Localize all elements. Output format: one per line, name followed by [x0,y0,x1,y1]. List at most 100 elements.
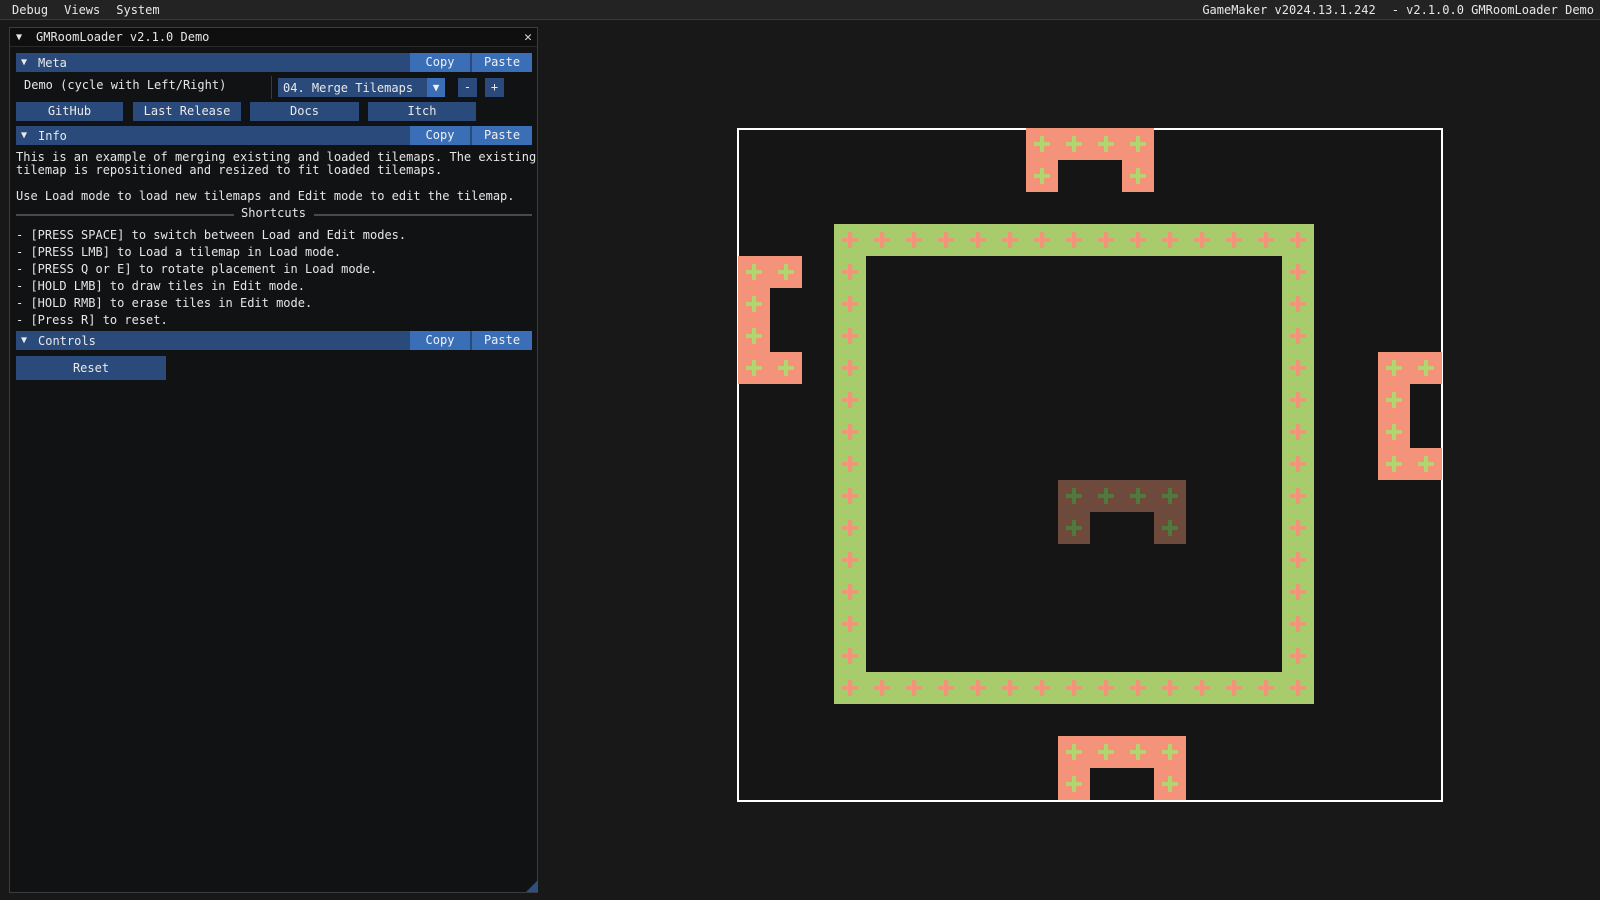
collapse-info-icon[interactable]: ▼ [16,130,32,141]
green-tile [1282,256,1314,288]
green-tile [1218,672,1250,704]
collapse-controls-icon[interactable]: ▼ [16,335,32,346]
section-header-controls[interactable]: ▼ Controls Copy Paste [16,331,532,350]
chevron-down-icon[interactable]: ▼ [427,78,445,97]
info-paste-button[interactable]: Paste [472,126,532,145]
green-tile [1186,672,1218,704]
section-header-meta[interactable]: ▼ Meta Copy Paste [16,53,532,72]
itch-button[interactable]: Itch [368,102,476,121]
meta-copy-button[interactable]: Copy [410,53,470,72]
green-tile [962,672,994,704]
plus-icon [1258,680,1274,696]
plus-icon [1066,680,1082,696]
menu-system[interactable]: System [108,0,167,20]
green-tile [930,224,962,256]
controls-copy-button[interactable]: Copy [410,331,470,350]
demo-label: Demo (cycle with Left/Right) [24,78,227,92]
plus-icon [1226,680,1242,696]
green-tile [1282,320,1314,352]
green-tile [834,320,866,352]
green-tile [1154,224,1186,256]
green-tile [930,672,962,704]
window-title-bar[interactable]: ▼ GMRoomLoader v2.1.0 Demo ✕ [10,28,537,47]
controls-paste-button[interactable]: Paste [472,331,532,350]
window-resize-grip[interactable] [526,880,538,892]
plus-icon [1130,744,1146,760]
plus-icon [842,648,858,664]
plus-icon [842,584,858,600]
close-icon[interactable]: ✕ [519,30,537,45]
salmon-tile [1026,160,1058,192]
plus-icon [1002,680,1018,696]
salmon-tile [1122,160,1154,192]
demo-select-value: 04. Merge Tilemaps [283,80,414,95]
game-room-view[interactable] [737,128,1443,802]
plus-icon [938,232,954,248]
plus-icon [1226,232,1242,248]
salmon-tile [738,320,770,352]
menu-views[interactable]: Views [56,0,108,20]
reset-button[interactable]: Reset [16,356,166,380]
salmon-tile [1090,736,1122,768]
gamemaker-version-label: GameMaker v2024.13.1.242 [1202,2,1376,17]
placement-preview-tile [1154,512,1186,544]
plus-icon [1130,168,1146,184]
section-header-info[interactable]: ▼ Info Copy Paste [16,126,532,145]
plus-icon [1290,616,1306,632]
green-tile [834,352,866,384]
plus-icon [1098,136,1114,152]
plus-icon [1290,264,1306,280]
green-tile [834,672,866,704]
salmon-tile [1410,352,1442,384]
green-tile [1026,672,1058,704]
plus-icon [938,680,954,696]
plus-icon [1066,776,1082,792]
plus-icon [842,520,858,536]
green-tile [834,608,866,640]
info-copy-button[interactable]: Copy [410,126,470,145]
plus-icon [874,680,890,696]
plus-icon [1066,136,1082,152]
last-release-button[interactable]: Last Release [133,102,241,121]
plus-icon [842,488,858,504]
demo-prev-button[interactable]: - [458,78,477,97]
plus-icon [1290,360,1306,376]
green-tile [834,256,866,288]
plus-icon [842,456,858,472]
green-tile [994,672,1026,704]
plus-icon [842,232,858,248]
green-tile [1282,544,1314,576]
plus-icon [970,232,986,248]
green-tile [1058,224,1090,256]
green-tile [1026,224,1058,256]
menu-debug[interactable]: Debug [4,0,56,20]
menu-left-group: Debug Views System [0,0,168,20]
plus-icon [1290,232,1306,248]
plus-icon [1002,232,1018,248]
demo-next-button[interactable]: + [485,78,504,97]
collapse-meta-icon[interactable]: ▼ [16,57,32,68]
plus-icon [1130,680,1146,696]
green-tile [1282,288,1314,320]
plus-icon [1066,488,1082,504]
green-tile [898,672,930,704]
plus-icon [1066,232,1082,248]
collapse-window-icon[interactable]: ▼ [16,32,30,43]
meta-paste-button[interactable]: Paste [472,53,532,72]
shortcut-item: - [HOLD RMB] to erase tiles in Edit mode… [16,296,313,310]
info-text-line-2: tilemap is repositioned and resized to f… [16,163,443,177]
shortcuts-title: Shortcuts [241,206,307,220]
salmon-tile [1058,768,1090,800]
green-tile [834,640,866,672]
docs-button[interactable]: Docs [250,102,359,121]
demo-select[interactable]: 04. Merge Tilemaps ▼ [278,78,445,97]
green-tile [1218,224,1250,256]
plus-icon [1194,680,1210,696]
plus-icon [1034,136,1050,152]
plus-icon [1290,552,1306,568]
meta-header-label: Meta [38,55,67,70]
github-button[interactable]: GitHub [16,102,123,121]
plus-icon [1098,488,1114,504]
shortcut-item: - [PRESS LMB] to Load a tilemap in Load … [16,245,342,259]
salmon-tile [1378,416,1410,448]
